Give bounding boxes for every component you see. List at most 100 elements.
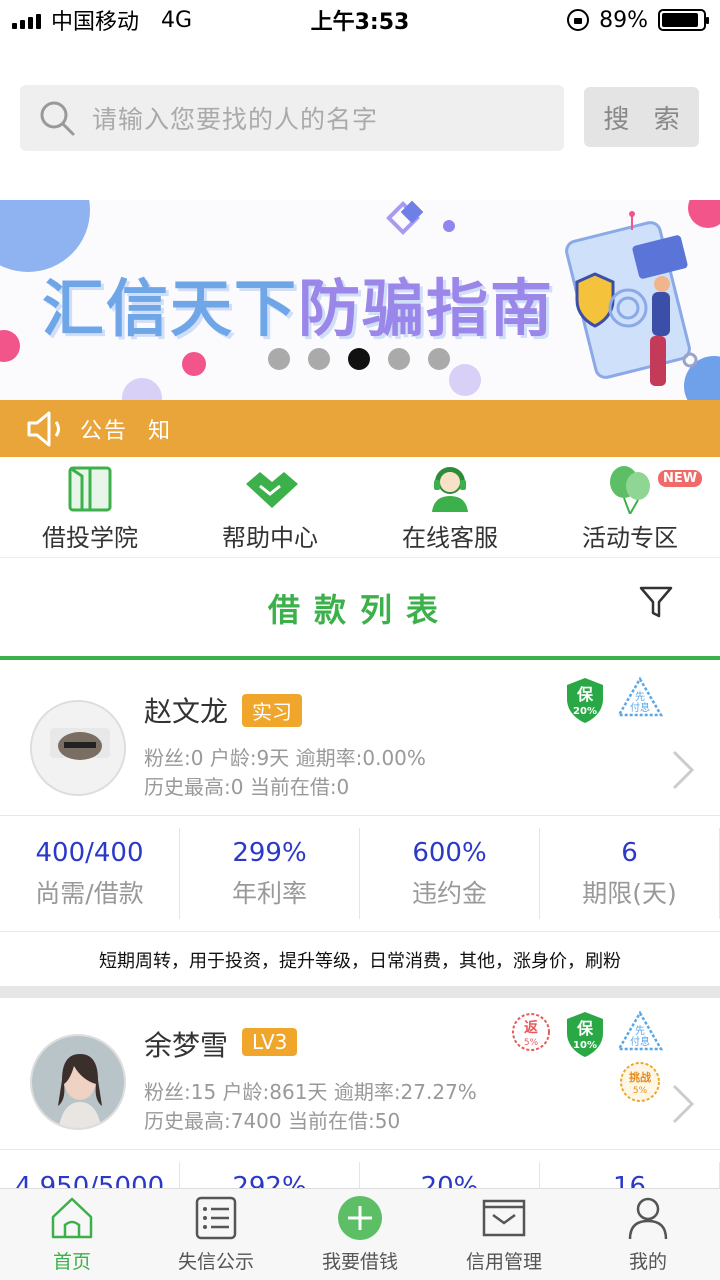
signal-icon	[12, 11, 41, 29]
metric-value: 600%	[412, 837, 487, 868]
search-placeholder: 请输入您要找的人的名字	[92, 105, 379, 134]
level-badge: 实习	[242, 694, 302, 727]
status-bar: 中国移动 4G 上午3:53 89%	[0, 0, 720, 40]
tab-label: 我的	[628, 1251, 667, 1273]
level-badge: LV3	[242, 1028, 298, 1056]
balloon-icon	[610, 466, 650, 514]
chevron-right-icon[interactable]	[670, 1082, 696, 1126]
speaker-icon	[27, 411, 60, 446]
metric-value: 299%	[232, 837, 307, 868]
svg-text:5%: 5%	[524, 1038, 539, 1048]
nav-item-help[interactable]: 帮助中心	[180, 458, 360, 557]
new-badge: NEW	[658, 470, 703, 487]
guarantee-shield-icon: 保 10%	[567, 1012, 603, 1057]
nav-item-academy[interactable]: 借投学院	[0, 458, 180, 557]
borrower-name: 赵文龙	[144, 695, 229, 728]
tab-label: 失信公示	[177, 1251, 254, 1273]
loan-metrics: 400/400 尚需/借款 299% 年利率 600% 违约金 6 期限(天)	[0, 816, 720, 932]
nav-label: 帮助中心	[222, 524, 318, 552]
avatar	[30, 700, 126, 796]
svg-text:返: 返	[524, 1019, 538, 1036]
svg-text:保: 保	[576, 685, 594, 704]
chevron-right-icon[interactable]	[670, 748, 696, 792]
tab-home[interactable]: 首页	[0, 1189, 144, 1280]
plus-circle-icon	[338, 1196, 382, 1240]
nav-label: 活动专区	[582, 524, 678, 552]
metric-penalty: 600% 违约金	[360, 828, 540, 919]
tab-blacklist[interactable]: 失信公示	[144, 1189, 288, 1280]
search-button[interactable]: 搜 索	[584, 87, 699, 147]
tab-label: 我要借钱	[321, 1251, 398, 1273]
borrower-stats: 粉丝:0 户龄:9天 逾期率:0.00%	[144, 746, 426, 770]
person-icon	[628, 1197, 668, 1240]
svg-text:20%: 20%	[573, 706, 597, 717]
customer-service-icon	[432, 467, 468, 512]
carousel-dot[interactable]	[308, 348, 330, 370]
prepay-interest-icon: 先 付息	[616, 676, 664, 717]
banner-title-part2: 防骗指南	[298, 272, 555, 345]
tab-me[interactable]: 我的	[576, 1189, 720, 1280]
tab-label: 信用管理	[465, 1251, 542, 1273]
carousel-dot[interactable]	[388, 348, 410, 370]
battery-icon	[658, 9, 709, 31]
search-input[interactable]: 请输入您要找的人的名字	[20, 85, 564, 151]
metric-value: 400/400	[35, 837, 144, 868]
list-icon	[195, 1196, 237, 1240]
inbox-icon	[482, 1199, 526, 1237]
guarantee-shield-icon: 保 20%	[567, 678, 603, 723]
borrower-history: 历史最高:0 当前在借:0	[144, 775, 350, 799]
metric-rate: 299% 年利率	[180, 828, 360, 919]
book-icon	[68, 466, 112, 512]
banner-title-part1: 汇信天下	[42, 272, 299, 345]
tab-borrow[interactable]: 我要借钱	[288, 1189, 432, 1280]
battery-percent: 89%	[599, 7, 648, 33]
nav-label: 在线客服	[402, 524, 498, 552]
metric-label: 年利率	[231, 878, 307, 908]
notice-bar[interactable]: 公告 知	[0, 400, 720, 457]
network-type: 4G	[161, 7, 193, 33]
carousel-dot[interactable]	[348, 348, 370, 370]
borrower-name: 余梦雪	[144, 1029, 229, 1062]
banner-carousel[interactable]: 汇信天下防骗指南	[0, 200, 720, 400]
svg-text:10%: 10%	[573, 1040, 597, 1051]
svg-text:5%: 5%	[633, 1086, 648, 1096]
loan-purpose: 短期周转，用于投资，提升等级，日常消费，其他，涨身价，刷粉	[99, 951, 621, 972]
prepay-interest-icon: 先 付息	[616, 1010, 664, 1051]
svg-text:付息: 付息	[630, 1035, 650, 1048]
handshake-icon	[246, 472, 298, 508]
notice-label: 公告	[80, 418, 129, 444]
svg-text:付息: 付息	[630, 701, 650, 714]
quick-nav: 借投学院 帮助中心 在线客服 NEW 活动专区	[0, 458, 720, 558]
rebate-icon: 返 5%	[512, 1013, 550, 1051]
security-illustration	[565, 211, 698, 386]
tab-credit[interactable]: 信用管理	[432, 1189, 576, 1280]
carousel-dot[interactable]	[428, 348, 450, 370]
notice-text: 知	[148, 418, 171, 444]
metric-label: 期限(天)	[582, 878, 677, 908]
nav-item-activity[interactable]: NEW 活动专区	[540, 458, 720, 557]
loan-card[interactable]: 赵文龙 实习 保 20% 先 付息 粉丝:0 户龄:9天 逾期率:0.00% 历…	[0, 664, 720, 988]
svg-text:先: 先	[635, 1025, 645, 1037]
carrier-name: 中国移动	[51, 10, 140, 35]
avatar	[30, 1034, 126, 1130]
search-icon	[40, 101, 75, 136]
svg-text:保: 保	[576, 1019, 594, 1038]
tab-label: 首页	[52, 1251, 91, 1273]
nav-label: 借投学院	[42, 524, 138, 552]
borrower-history: 历史最高:7400 当前在借:50	[144, 1109, 401, 1133]
svg-text:先: 先	[635, 691, 645, 703]
borrower-stats: 粉丝:15 户龄:861天 逾期率:27.27%	[144, 1080, 477, 1104]
rotation-lock-icon	[567, 9, 590, 31]
metric-label: 尚需/借款	[35, 878, 144, 908]
carousel-dot[interactable]	[268, 348, 290, 370]
nav-item-customer-service[interactable]: 在线客服	[360, 458, 540, 557]
metric-value: 6	[621, 837, 638, 868]
carousel-indicator[interactable]	[268, 348, 450, 370]
bottom-tab-bar: 首页 失信公示 我要借钱 信用管理 我的	[0, 1188, 720, 1280]
card-divider	[0, 986, 720, 998]
banner-title: 汇信天下防骗指南	[42, 258, 554, 348]
loan-list-header: 借款列表	[0, 560, 720, 660]
filter-icon[interactable]	[638, 584, 674, 620]
metric-term: 6 期限(天)	[540, 828, 720, 919]
metric-label: 违约金	[411, 878, 487, 908]
